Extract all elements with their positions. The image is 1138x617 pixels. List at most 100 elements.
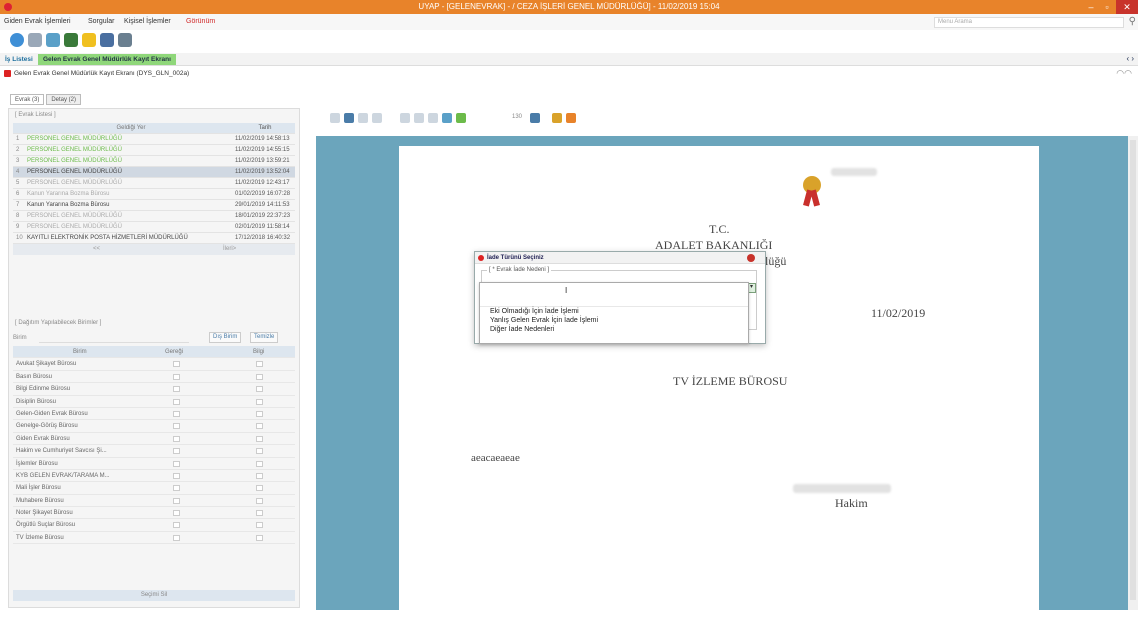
- table-row[interactable]: 2 PERSONEL GENEL MÜDÜRLÜĞÜ 11/02/2019 14:5…: [13, 145, 295, 156]
- geregi-checkbox[interactable]: [173, 510, 180, 517]
- first-page-icon[interactable]: [330, 113, 340, 123]
- tab-evrak[interactable]: Evrak (3): [10, 94, 45, 105]
- option-diger[interactable]: Diğer İade Nedenleri: [480, 325, 748, 334]
- col-geldigi-yer[interactable]: Geldiği Yer: [27, 123, 235, 134]
- bilgi-checkbox[interactable]: [256, 386, 263, 393]
- table-row-selected[interactable]: 4 PERSONEL GENEL MÜDÜRLÜĞÜ 11/02/2019 13:5…: [13, 167, 295, 178]
- paging-prev[interactable]: <<: [93, 244, 100, 255]
- birim-row[interactable]: KYB GELEN EVRAK/TARAMA M...: [13, 470, 295, 483]
- tab-scroll-arrows[interactable]: ‹ ›: [1126, 54, 1134, 63]
- birim-row[interactable]: Gelen-Giden Evrak Bürosu: [13, 408, 295, 421]
- bilgi-checkbox[interactable]: [256, 373, 263, 380]
- screen-controls-icon[interactable]: ◠◠: [1116, 68, 1132, 79]
- rotate-icon[interactable]: [428, 113, 438, 123]
- temizle-button[interactable]: Temizle: [250, 332, 279, 343]
- bilgi-checkbox[interactable]: [256, 410, 263, 417]
- highlight-icon[interactable]: [566, 113, 576, 123]
- menu-sorgular[interactable]: Sorgular: [88, 18, 114, 25]
- last-page-icon[interactable]: [414, 113, 424, 123]
- tab-is-listesi[interactable]: İş Listesi: [0, 54, 38, 65]
- bilgi-checkbox[interactable]: [256, 460, 263, 467]
- viewer-scrollbar[interactable]: [1128, 136, 1138, 610]
- save-icon[interactable]: [344, 113, 354, 123]
- geregi-checkbox[interactable]: [173, 472, 180, 479]
- fit-icon[interactable]: [442, 113, 452, 123]
- birim-row[interactable]: Disiplin Bürosu: [13, 396, 295, 408]
- dialog-close-icon[interactable]: [747, 254, 755, 262]
- table-row[interactable]: 6 Kanun Yararına Bozma Bürosu 01/02/2019 1…: [13, 189, 295, 200]
- table-row[interactable]: 9 PERSONEL GENEL MÜDÜRLÜĞÜ 02/01/2019 11:5…: [13, 222, 295, 233]
- birim-row[interactable]: Muhabere Bürosu: [13, 495, 295, 508]
- bilgi-checkbox[interactable]: [256, 398, 263, 405]
- search-icon[interactable]: ⚲: [1129, 16, 1136, 27]
- geregi-checkbox[interactable]: [173, 373, 180, 380]
- option-eki-olmadigi[interactable]: Eki Olmadığı İçin İade İşlemi: [480, 307, 748, 316]
- geregi-checkbox[interactable]: [173, 534, 180, 541]
- lightbulb-icon[interactable]: [82, 33, 96, 47]
- person-icon[interactable]: [118, 33, 132, 47]
- geregi-checkbox[interactable]: [173, 398, 180, 405]
- geregi-checkbox[interactable]: [173, 435, 180, 442]
- menu-giden-evrak[interactable]: Giden Evrak İşlemleri: [4, 18, 71, 25]
- birim-row[interactable]: Basın Bürosu: [13, 371, 295, 384]
- bilgi-checkbox[interactable]: [256, 472, 263, 479]
- bilgi-checkbox[interactable]: [256, 485, 263, 492]
- next-icon[interactable]: [400, 113, 410, 123]
- table-row[interactable]: 5 PERSONEL GENEL MÜDÜRLÜĞÜ 11/02/2019 12:4…: [13, 178, 295, 189]
- birim-row[interactable]: Genelge-Görüş Bürosu: [13, 420, 295, 433]
- table-row[interactable]: 8 PERSONEL GENEL MÜDÜRLÜĞÜ 18/01/2019 22:3…: [13, 211, 295, 222]
- birim-row[interactable]: TV İzleme Bürosu: [13, 532, 295, 545]
- birim-row[interactable]: Örgütlü Suçlar Bürosu: [13, 519, 295, 532]
- chevron-down-icon[interactable]: ▾: [750, 283, 753, 290]
- menu-search-input[interactable]: Menu Arama: [934, 17, 1124, 28]
- geregi-checkbox[interactable]: [173, 448, 180, 455]
- geregi-checkbox[interactable]: [173, 522, 180, 529]
- geregi-checkbox[interactable]: [173, 361, 180, 368]
- search-doc-icon[interactable]: [100, 33, 114, 47]
- help-icon[interactable]: [10, 33, 24, 47]
- bilgi-checkbox[interactable]: [256, 534, 263, 541]
- option-yanlis-gelen[interactable]: Yanlış Gelen Evrak İçin İade İşlemi: [480, 316, 748, 325]
- birim-row[interactable]: Avukat Şikayet Bürosu: [13, 358, 295, 371]
- prev-icon[interactable]: [358, 113, 368, 123]
- bilgi-checkbox[interactable]: [256, 497, 263, 504]
- table-row[interactable]: 1 PERSONEL GENEL MÜDÜRLÜĞÜ 11/02/2019 14:5…: [13, 134, 295, 145]
- geregi-checkbox[interactable]: [173, 386, 180, 393]
- paging-next[interactable]: İleri>: [223, 244, 236, 255]
- birim-row[interactable]: Giden Evrak Bürosu: [13, 433, 295, 446]
- birim-row[interactable]: Noter Şikayet Bürosu: [13, 507, 295, 520]
- close-button[interactable]: ✕: [1116, 0, 1138, 14]
- bilgi-checkbox[interactable]: [256, 510, 263, 517]
- bilgi-checkbox[interactable]: [256, 435, 263, 442]
- geregi-checkbox[interactable]: [173, 423, 180, 430]
- secimi-sil-button[interactable]: Seçimi Sil: [13, 590, 295, 601]
- zoom-icon[interactable]: [456, 113, 466, 123]
- maximize-button[interactable]: ▫: [1098, 0, 1116, 14]
- back-icon[interactable]: [372, 113, 382, 123]
- geregi-checkbox[interactable]: [173, 460, 180, 467]
- geregi-checkbox[interactable]: [173, 497, 180, 504]
- birim-row[interactable]: İşlemler Bürosu: [13, 458, 295, 470]
- dropdown-empty-option[interactable]: [480, 283, 748, 307]
- table-row[interactable]: 10 KAYITLI ELEKTRONİK POSTA HİZMETLERİ MÜ…: [13, 233, 295, 244]
- birim-input[interactable]: [39, 333, 189, 343]
- zoom-value[interactable]: 130: [512, 114, 522, 120]
- col-tarih[interactable]: Tarih: [235, 123, 295, 134]
- geregi-checkbox[interactable]: [173, 485, 180, 492]
- annotate-icon[interactable]: [552, 113, 562, 123]
- birim-row[interactable]: Mali İşler Bürosu: [13, 482, 295, 495]
- menu-gorunum[interactable]: Görünüm: [186, 18, 215, 25]
- table-row[interactable]: 3 PERSONEL GENEL MÜDÜRLÜĞÜ 11/02/2019 13:5…: [13, 156, 295, 167]
- bilgi-checkbox[interactable]: [256, 448, 263, 455]
- bilgi-checkbox[interactable]: [256, 522, 263, 529]
- birim-row[interactable]: Bilgi Edinme Bürosu: [13, 383, 295, 396]
- save-icon[interactable]: [64, 33, 78, 47]
- geregi-checkbox[interactable]: [173, 410, 180, 417]
- bilgi-checkbox[interactable]: [256, 361, 263, 368]
- close-x-icon[interactable]: [28, 33, 42, 47]
- bilgi-checkbox[interactable]: [256, 423, 263, 430]
- birim-row[interactable]: Hakim ve Cumhuriyet Savcısı Şi...: [13, 445, 295, 458]
- tab-gelen-evrak[interactable]: Gelen Evrak Genel Müdürlük Kayıt Ekranı: [38, 54, 176, 65]
- print-icon[interactable]: [530, 113, 540, 123]
- table-row[interactable]: 7 Kanun Yararına Bozma Bürosu 29/01/2019 1…: [13, 200, 295, 211]
